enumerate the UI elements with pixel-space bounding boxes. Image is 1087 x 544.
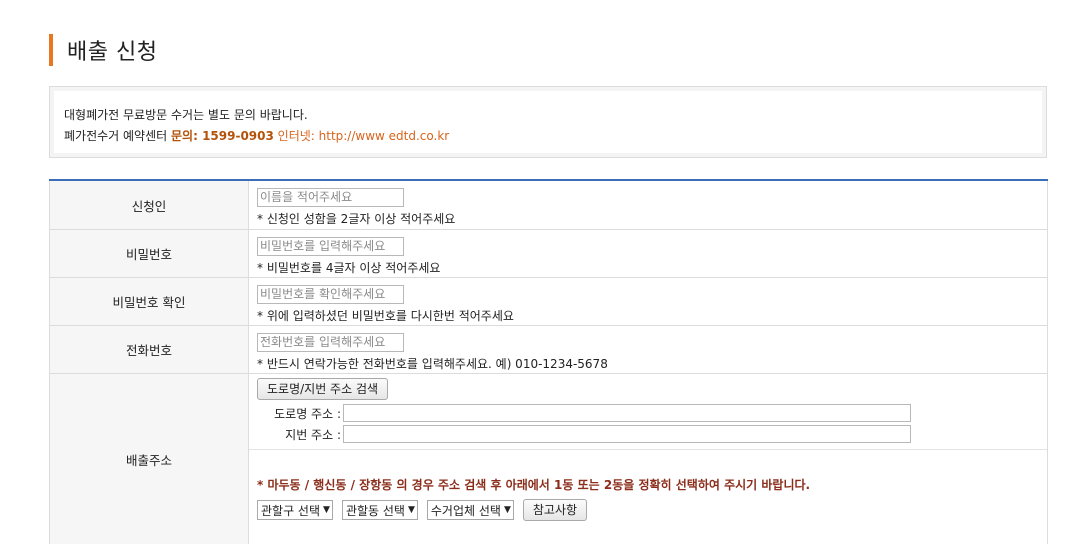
address-search-button[interactable]: 도로명/지번 주소 검색 (257, 378, 389, 400)
password-field: * 비밀번호를 4글자 이상 적어주세요 (249, 230, 1048, 277)
page-title: 배출 신청 (67, 40, 158, 65)
notice-line-1: 대형폐가전 무료방문 수거는 별도 문의 바랍니다. (64, 108, 308, 122)
chevron-down-icon: ▼ (407, 505, 415, 515)
road-address-label: 도로명 주소 : (274, 406, 341, 421)
company-select-value: 수거업체 선택 (430, 503, 501, 518)
row-applicant: 신청인 * 신청인 성함을 2글자 이상 적어주세요 (49, 181, 1048, 230)
notice-box: 대형폐가전 무료방문 수거는 별도 문의 바랍니다. 폐가전수거 예약센터 문의… (49, 86, 1047, 158)
notice-internet: 인터넷: http://www edtd.co.kr (273, 129, 450, 143)
district-select-value: 관할구 선택 (261, 503, 321, 518)
applicant-field: * 신청인 성함을 2글자 이상 적어주세요 (249, 181, 1048, 229)
password-help: * 비밀번호를 4글자 이상 적어주세요 (257, 260, 441, 275)
notice-inquiry-label: 문의: (171, 129, 203, 143)
notice-content: 대형폐가전 무료방문 수거는 별도 문의 바랍니다. 폐가전수거 예약센터 문의… (54, 91, 1042, 153)
reference-button[interactable]: 참고사항 (522, 499, 588, 521)
phone-label: 전화번호 (49, 326, 249, 373)
address-search-section: 도로명/지번 주소 검색 도로명 주소 : 지번 주소 : (249, 374, 1047, 450)
lot-address-line: 지번 주소 : (257, 425, 1047, 443)
row-phone: 전화번호 * 반드시 연락가능한 전화번호를 입력해주세요. 예) 010-12… (49, 326, 1048, 374)
dong-select-value: 관할동 선택 (345, 503, 405, 518)
road-address-input[interactable] (343, 404, 911, 422)
row-password: 비밀번호 * 비밀번호를 4글자 이상 적어주세요 (49, 230, 1048, 278)
dong-select[interactable]: 관할동 선택 ▼ (341, 500, 418, 520)
password-confirm-field: * 위에 입력하셨던 비밀번호를 다시한번 적어주세요 (249, 278, 1048, 325)
notice-inquiry-number: 1599-0903 (202, 129, 274, 143)
application-form: 신청인 * 신청인 성함을 2글자 이상 적어주세요 비밀번호 * 비밀번호를 … (49, 179, 1048, 544)
road-address-line: 도로명 주소 : (257, 404, 1047, 422)
row-password-confirm: 비밀번호 확인 * 위에 입력하셨던 비밀번호를 다시한번 적어주세요 (49, 278, 1048, 326)
applicant-name-input[interactable] (257, 187, 404, 207)
address-label: 배출주소 (49, 374, 249, 544)
address-select-section: * 마두동 / 행신동 / 장항동 의 경우 주소 검색 후 아래에서 1동 또… (249, 450, 1047, 521)
company-select[interactable]: 수거업체 선택 ▼ (426, 500, 514, 520)
lot-address-label: 지번 주소 : (285, 427, 341, 442)
page-header: 배출 신청 (49, 34, 157, 66)
password-label: 비밀번호 (49, 230, 249, 277)
address-selects: 관할구 선택 ▼ 관할동 선택 ▼ 수거업체 선택 ▼ 참고사항 (257, 499, 1047, 521)
district-select[interactable]: 관할구 선택 ▼ (257, 500, 333, 520)
password-confirm-help: * 위에 입력하셨던 비밀번호를 다시한번 적어주세요 (257, 308, 514, 323)
notice-center: 폐가전수거 예약센터 (64, 129, 171, 143)
row-address: 배출주소 도로명/지번 주소 검색 도로명 주소 : 지번 주소 : * 마두동… (49, 374, 1048, 544)
password-input[interactable] (257, 236, 404, 256)
phone-field: * 반드시 연락가능한 전화번호를 입력해주세요. 예) 010-1234-56… (249, 326, 1048, 373)
chevron-down-icon: ▼ (323, 505, 330, 515)
phone-help: * 반드시 연락가능한 전화번호를 입력해주세요. 예) 010-1234-56… (257, 356, 608, 371)
address-field: 도로명/지번 주소 검색 도로명 주소 : 지번 주소 : * 마두동 / 행신… (249, 374, 1048, 544)
phone-input[interactable] (257, 332, 404, 352)
password-confirm-input[interactable] (257, 284, 404, 304)
notice-line-2: 폐가전수거 예약센터 문의: 1599-0903 인터넷: http://www… (64, 126, 1042, 147)
chevron-down-icon: ▼ (503, 505, 511, 515)
title-accent-bar (49, 34, 53, 66)
lot-address-input[interactable] (343, 425, 911, 443)
applicant-label: 신청인 (49, 181, 249, 229)
dong-selection-warning: * 마두동 / 행신동 / 장항동 의 경우 주소 검색 후 아래에서 1동 또… (257, 478, 811, 492)
applicant-help: * 신청인 성함을 2글자 이상 적어주세요 (257, 211, 456, 226)
password-confirm-label: 비밀번호 확인 (49, 278, 249, 325)
